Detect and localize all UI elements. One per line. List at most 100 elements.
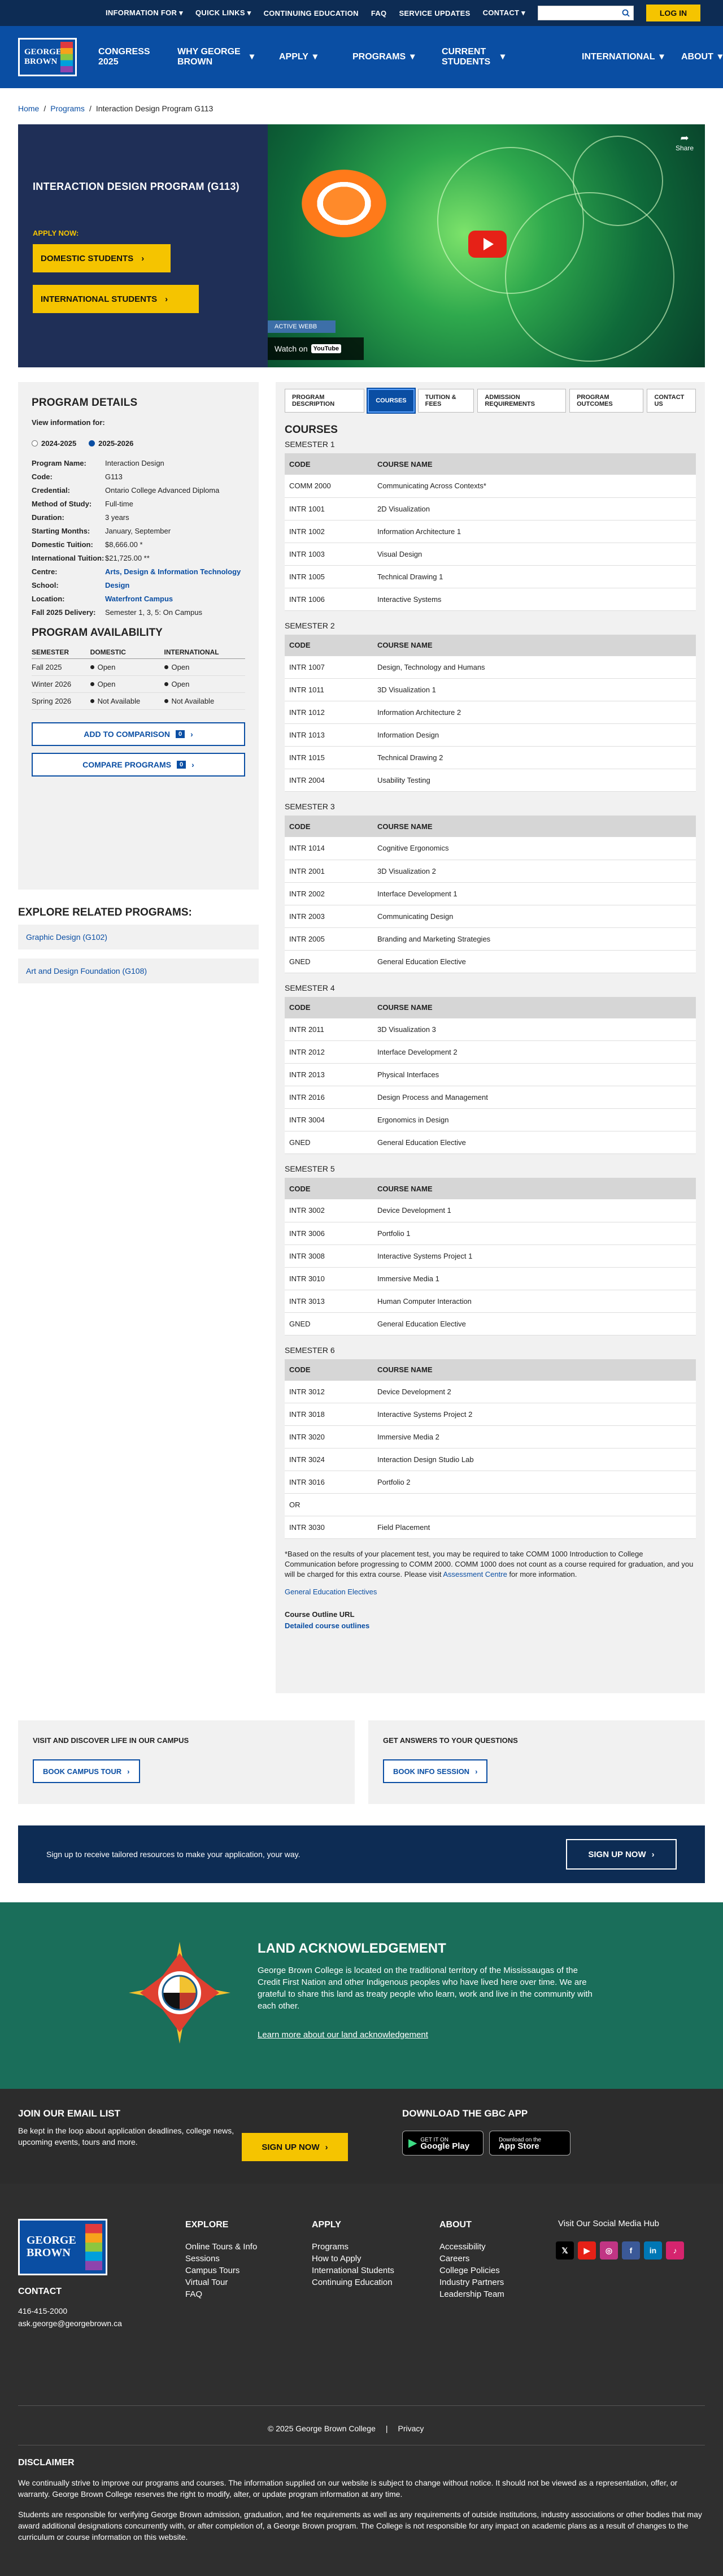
detail-row: Domestic Tuition: $8,666.00 * xyxy=(32,540,245,549)
facebook-icon[interactable]: f xyxy=(622,2241,640,2260)
breadcrumb: Home / Programs / Interaction Design Pro… xyxy=(18,104,213,113)
youtube-icon[interactable]: ▶ xyxy=(578,2241,596,2260)
detail-value[interactable]: Arts, Design & Information Technology xyxy=(105,567,245,576)
nav-item-current-students[interactable]: CURRENT STUDENTS ▾ xyxy=(442,26,582,88)
year-option-2025-2026[interactable]: 2025-2026 xyxy=(89,439,133,448)
footer-logo[interactable]: GEORGE BROWN xyxy=(18,2219,107,2275)
book-info-session-button[interactable]: BOOK INFO SESSION › xyxy=(383,1759,488,1783)
land-acknowledgement-link[interactable]: Learn more about our land acknowledgemen… xyxy=(258,2030,428,2040)
breadcrumb-home[interactable]: Home xyxy=(18,104,39,113)
footer-link[interactable]: College Policies xyxy=(439,2265,541,2276)
code-header: CODE xyxy=(285,1178,373,1199)
social-hub-link[interactable]: Visit Our Social Media Hub xyxy=(558,2219,659,2228)
footer-link[interactable]: International Students xyxy=(312,2265,413,2276)
assessment-centre-link[interactable]: Assessment Centre xyxy=(443,1570,507,1578)
tab-admission-requirements[interactable]: ADMISSION REQUIREMENTS xyxy=(477,389,567,413)
footer-link[interactable]: Online Tours & Info Sessions xyxy=(185,2241,281,2265)
code-header: CODE xyxy=(285,1359,373,1381)
detail-row: Starting Months: January, September xyxy=(32,527,245,535)
nav-item-about[interactable]: ABOUT ▾ xyxy=(681,26,722,88)
medicine-wheel-icon xyxy=(129,1942,230,2044)
footer-link[interactable]: FAQ xyxy=(185,2288,281,2300)
compare-programs-button[interactable]: COMPARE PROGRAMS 0 › xyxy=(32,753,245,777)
detail-label: Fall 2025 Delivery: xyxy=(32,608,96,617)
course-name: 3D Visualization 1 xyxy=(373,678,696,701)
year-option-2024-2025[interactable]: 2024-2025 xyxy=(32,439,76,448)
nav-item-why-george-brown[interactable]: WHY GEORGE BROWN ▾ xyxy=(177,26,279,88)
detail-row: Duration: 3 years xyxy=(32,513,245,522)
info-session-title: GET ANSWERS TO YOUR QUESTIONS xyxy=(383,1736,518,1745)
app-store-badge[interactable]: Download on the App Store xyxy=(489,2131,570,2156)
tiktok-icon[interactable]: ♪ xyxy=(666,2241,684,2260)
utility-link-service-updates[interactable]: SERVICE UPDATES xyxy=(399,9,470,18)
detail-value[interactable]: Waterfront Campus xyxy=(105,595,245,603)
breadcrumb-programs[interactable]: Programs xyxy=(50,104,85,113)
detail-value: January, September xyxy=(105,527,171,535)
utility-link-quick-links[interactable]: QUICK LINKS ▾ xyxy=(195,8,251,18)
program-video[interactable]: ➦ Share ACTIVE WEBB Watch on YouTube xyxy=(268,124,705,367)
footer-link[interactable]: Campus Tours xyxy=(185,2265,281,2276)
tab-tuition-fees[interactable]: TUITION & FEES xyxy=(417,389,474,413)
nav-item-congress[interactable]: CONGRESS 2025 xyxy=(98,26,177,88)
google-play-badge[interactable]: ▶ GET IT ON Google Play xyxy=(402,2131,484,2156)
watch-on-youtube[interactable]: Watch on YouTube xyxy=(268,337,364,360)
utility-link-faq[interactable]: FAQ xyxy=(371,9,387,18)
detail-row: Code: G113 xyxy=(32,472,245,481)
book-campus-tour-button[interactable]: BOOK CAMPUS TOUR › xyxy=(33,1759,140,1783)
signup-now-button[interactable]: SIGN UP NOW › xyxy=(566,1839,677,1870)
course-code: INTR 2012 xyxy=(285,1040,373,1064)
utility-link-contact[interactable]: CONTACT ▾ xyxy=(483,8,525,18)
footer-link[interactable]: Careers xyxy=(439,2253,541,2265)
instagram-icon[interactable]: ◎ xyxy=(600,2241,618,2260)
status-text: Open xyxy=(171,663,190,671)
availability-status: Open xyxy=(164,675,245,693)
utility-link-continuing-education[interactable]: CONTINUING EDUCATION xyxy=(264,9,359,18)
tab-courses[interactable]: COURSES xyxy=(367,388,416,414)
related-program-link[interactable]: Art and Design Foundation (G108) xyxy=(18,959,259,983)
login-button[interactable]: LOG IN xyxy=(646,5,700,21)
footer-link[interactable]: Programs xyxy=(312,2241,413,2253)
nav-item-programs[interactable]: PROGRAMS ▾ xyxy=(352,26,442,88)
tab-contact-us[interactable]: CONTACT US xyxy=(647,389,696,413)
nav-item-international[interactable]: INTERNATIONAL ▾ xyxy=(582,26,681,88)
footer-link[interactable]: Virtual Tour xyxy=(185,2276,281,2288)
search-icon[interactable] xyxy=(622,9,630,17)
tab-program-outcomes[interactable]: PROGRAM OUTCOMES xyxy=(569,389,644,413)
footer-column-title: EXPLORE xyxy=(185,2220,229,2230)
contact-phone[interactable]: 416-415-2000 xyxy=(18,2305,122,2317)
availability-header: INTERNATIONAL xyxy=(164,646,245,659)
linkedin-icon[interactable]: in xyxy=(644,2241,662,2260)
x-icon[interactable]: 𝕏 xyxy=(556,2241,574,2260)
footer-link[interactable]: How to Apply xyxy=(312,2253,413,2265)
domestic-students-button[interactable]: DOMESTIC STUDENTS › xyxy=(33,244,171,272)
course-name: Communicating Across Contexts* xyxy=(373,475,696,498)
george-brown-logo[interactable]: GEORGE BROWN xyxy=(18,38,77,76)
course-code: GNED xyxy=(285,1312,373,1335)
land-acknowledgement-title: LAND ACKNOWLEDGEMENT xyxy=(258,1941,446,1956)
footer-link[interactable]: Industry Partners xyxy=(439,2276,541,2288)
related-program-link[interactable]: Graphic Design (G102) xyxy=(18,925,259,949)
search-input[interactable] xyxy=(538,6,634,20)
footer-link[interactable]: Continuing Education xyxy=(312,2276,413,2288)
course-name: Branding and Marketing Strategies xyxy=(373,927,696,951)
footer-link[interactable]: Accessibility xyxy=(439,2241,541,2253)
course-name: 2D Visualization xyxy=(373,497,696,521)
general-education-link[interactable]: General Education Electives xyxy=(285,1588,377,1596)
site-footer: GEORGE BROWN CONTACT 416-415-2000 ask.ge… xyxy=(0,2184,723,2576)
tab-program-description[interactable]: PROGRAM DESCRIPTION xyxy=(285,389,365,413)
status-text: Open xyxy=(171,680,190,688)
international-students-button[interactable]: INTERNATIONAL STUDENTS › xyxy=(33,285,199,313)
detail-value[interactable]: Design xyxy=(105,581,245,589)
share-button[interactable]: ➦ Share xyxy=(676,132,694,152)
play-icon[interactable] xyxy=(468,231,507,258)
add-to-comparison-button[interactable]: ADD TO COMPARISON 0 › xyxy=(32,722,245,746)
nav-item-apply[interactable]: APPLY ▾ xyxy=(279,26,352,88)
email-signup-button[interactable]: SIGN UP NOW › xyxy=(242,2133,348,2161)
course-outlines-link[interactable]: Detailed course outlines xyxy=(285,1621,369,1630)
footer-link[interactable]: Leadership Team xyxy=(439,2288,541,2300)
contact-email[interactable]: ask.george@georgebrown.ca xyxy=(18,2317,122,2330)
utility-link-information-for[interactable]: INFORMATION FOR ▾ xyxy=(106,8,183,18)
privacy-link[interactable]: Privacy xyxy=(398,2424,424,2433)
course-code: INTR 2005 xyxy=(285,927,373,951)
detail-label: Program Name: xyxy=(32,459,86,467)
